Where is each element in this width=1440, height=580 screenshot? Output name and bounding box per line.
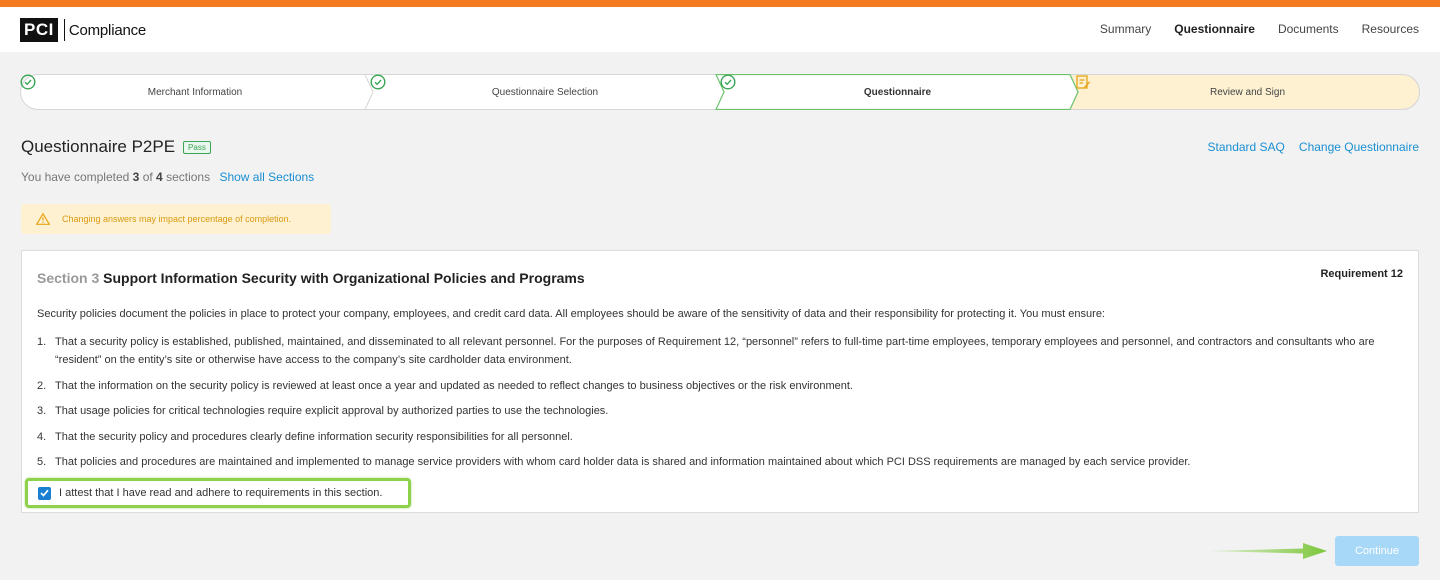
step-merchant-information[interactable]: Merchant Information	[20, 74, 370, 110]
list-item: 4. That the security policy and procedure…	[37, 428, 1407, 446]
section-heading: Section 3 Support Information Security w…	[37, 270, 585, 286]
logo-text: Compliance	[68, 21, 147, 39]
attest-checkbox-row[interactable]: I attest that I have read and adhere to …	[25, 478, 411, 508]
step-questionnaire[interactable]: Questionnaire	[720, 74, 1075, 110]
pointer-arrow-icon	[1207, 543, 1327, 559]
step-questionnaire-selection[interactable]: Questionnaire Selection	[370, 74, 720, 110]
completed-suffix: sections	[166, 170, 211, 184]
requirement-label: Requirement 12	[1320, 268, 1403, 280]
section-panel: Section 3 Support Information Security w…	[21, 250, 1419, 513]
check-circle-icon	[370, 74, 386, 90]
list-item: 2. That the information on the security p…	[37, 377, 1407, 395]
top-nav: Summary Questionnaire Documents Resource…	[1100, 22, 1419, 36]
completion-summary: You have completed 3 of 4 sections Show …	[21, 170, 314, 184]
check-circle-icon	[20, 74, 36, 90]
pci-compliance-logo[interactable]: PCI Compliance	[20, 18, 146, 42]
logo-divider	[63, 19, 65, 41]
list-item-number: 2.	[37, 379, 47, 392]
warning-text: Changing answers may impact percentage o…	[62, 214, 292, 224]
list-item-text: That the information on the security pol…	[55, 379, 853, 392]
step-label: Review and Sign	[1209, 86, 1286, 98]
list-item: 5. That policies and procedures are maint…	[37, 453, 1407, 471]
list-item: 3. That usage policies for critical techn…	[37, 402, 1407, 420]
check-circle-icon	[720, 74, 736, 90]
nav-documents[interactable]: Documents	[1278, 22, 1339, 36]
section-intro: Security policies document the policies …	[37, 308, 1105, 320]
change-questionnaire-link[interactable]: Change Questionnaire	[1299, 140, 1419, 154]
nav-resources[interactable]: Resources	[1362, 22, 1419, 36]
list-item: 1. That a security policy is established,…	[37, 333, 1407, 369]
completed-prefix: You have completed	[21, 170, 130, 184]
logo-mark: PCI	[20, 18, 58, 42]
section-number: Section 3	[37, 270, 100, 286]
nav-questionnaire[interactable]: Questionnaire	[1174, 22, 1255, 36]
completed-of: of	[142, 170, 153, 184]
completed-total: 4	[156, 170, 163, 184]
attest-checkbox[interactable]	[38, 486, 51, 500]
list-item-text: That policies and procedures are maintai…	[55, 456, 1191, 468]
standard-saq-link[interactable]: Standard SAQ	[1208, 140, 1285, 154]
nav-summary[interactable]: Summary	[1100, 22, 1151, 36]
requirement-list: 1. That a security policy is established,…	[37, 333, 1407, 479]
warning-banner: Changing answers may impact percentage o…	[21, 204, 331, 234]
list-item-text: That the security policy and procedures …	[55, 430, 573, 443]
completed-count: 3	[132, 170, 140, 184]
list-item-text: That a security policy is established, p…	[55, 336, 1375, 366]
checkmark-icon	[40, 489, 49, 497]
step-review-and-sign[interactable]: Review and Sign	[1075, 74, 1420, 110]
list-item-text: That usage policies for critical technol…	[55, 405, 609, 417]
step-label: Questionnaire	[863, 86, 932, 98]
list-item-number: 4.	[37, 430, 47, 443]
list-item-number: 5.	[37, 456, 47, 468]
warning-icon	[36, 213, 50, 225]
progress-stepper: Merchant Information Questionnaire Selec…	[20, 74, 1420, 110]
list-item-number: 1.	[37, 336, 47, 348]
header-links: Standard SAQ Change Questionnaire	[1208, 140, 1419, 154]
top-accent-stripe	[0, 0, 1440, 7]
step-label: Questionnaire Selection	[491, 86, 599, 98]
questionnaire-heading: Questionnaire P2PE Pass	[21, 137, 211, 157]
page-title: Questionnaire P2PE	[21, 137, 176, 156]
app-header: PCI Compliance Summary Questionnaire Doc…	[0, 7, 1440, 52]
step-label: Merchant Information	[147, 86, 243, 98]
continue-button[interactable]: Continue	[1335, 536, 1419, 566]
list-item-number: 3.	[37, 405, 47, 417]
show-all-sections-link[interactable]: Show all Sections	[219, 170, 314, 184]
edit-document-icon	[1076, 75, 1090, 89]
attest-label: I attest that I have read and adhere to …	[59, 487, 383, 499]
status-badge: Pass	[183, 140, 211, 154]
section-title: Support Information Security with Organi…	[103, 270, 585, 286]
